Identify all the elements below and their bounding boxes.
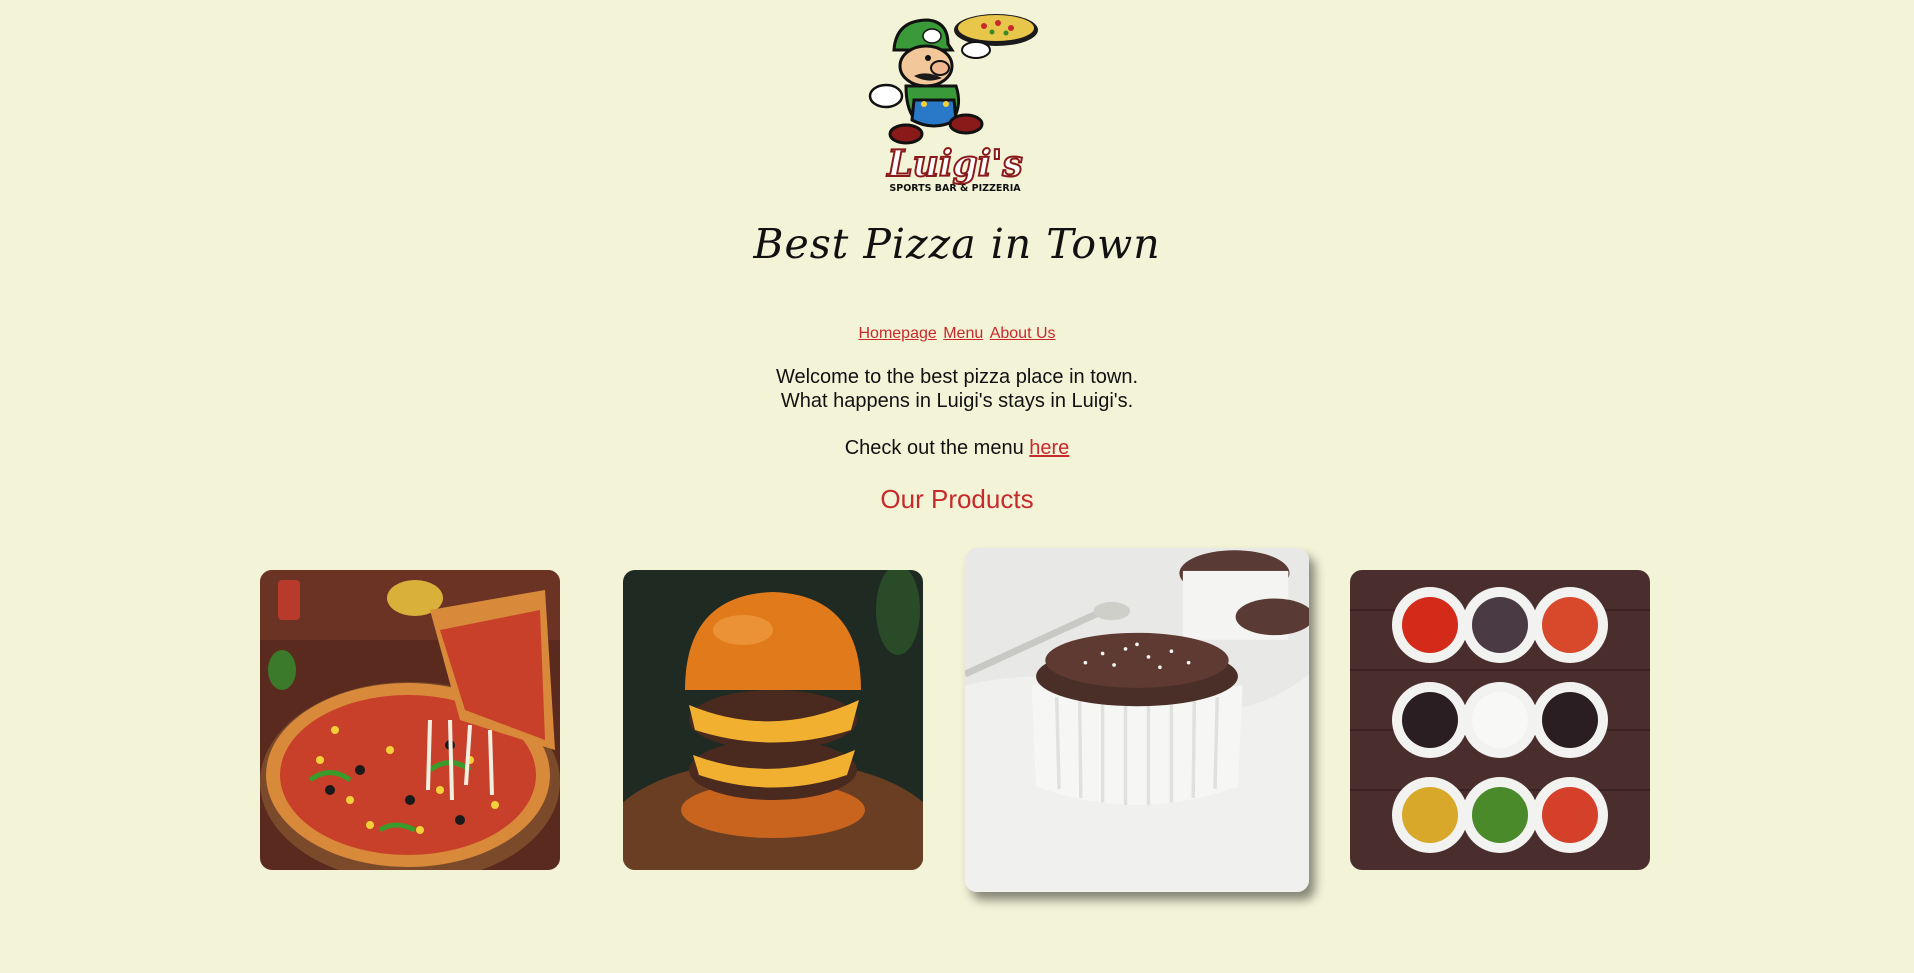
welcome-text: Welcome to the best pizza place in town.… bbox=[0, 365, 1914, 413]
menu-cta: Check out the menu here bbox=[0, 436, 1914, 460]
page-tagline: Best Pizza in Town bbox=[753, 220, 1161, 268]
svg-text:SPORTS BAR & PIZZERIA: SPORTS BAR & PIZZERIA bbox=[889, 183, 1021, 194]
nav-link-menu[interactable]: Menu bbox=[943, 325, 983, 342]
product-card-chocolate-souffle[interactable] bbox=[965, 548, 1309, 892]
burger-image bbox=[623, 570, 923, 870]
product-card-sauces[interactable] bbox=[1350, 570, 1650, 870]
luigis-logo: Luigi's SPORTS BAR & PIZZERIA bbox=[866, 8, 1044, 194]
menu-here-link[interactable]: here bbox=[1029, 437, 1069, 459]
products-heading: Our Products bbox=[880, 484, 1034, 514]
welcome-line-2: What happens in Luigi's stays in Luigi's… bbox=[780, 390, 1134, 412]
svg-text:Luigi's: Luigi's bbox=[886, 143, 1022, 185]
nav-link-homepage[interactable]: Homepage bbox=[858, 325, 936, 342]
product-card-burger[interactable] bbox=[623, 570, 923, 870]
product-card-pizza[interactable] bbox=[260, 570, 560, 870]
menu-cta-text: Check out the menu bbox=[844, 437, 1024, 459]
main-nav: Homepage Menu About Us bbox=[0, 325, 1914, 343]
pizza-image bbox=[260, 570, 560, 870]
nav-link-about-us[interactable]: About Us bbox=[990, 325, 1056, 342]
welcome-line-1: Welcome to the best pizza place in town. bbox=[775, 366, 1139, 388]
souffle-image bbox=[965, 548, 1309, 892]
sauces-image bbox=[1350, 570, 1650, 870]
